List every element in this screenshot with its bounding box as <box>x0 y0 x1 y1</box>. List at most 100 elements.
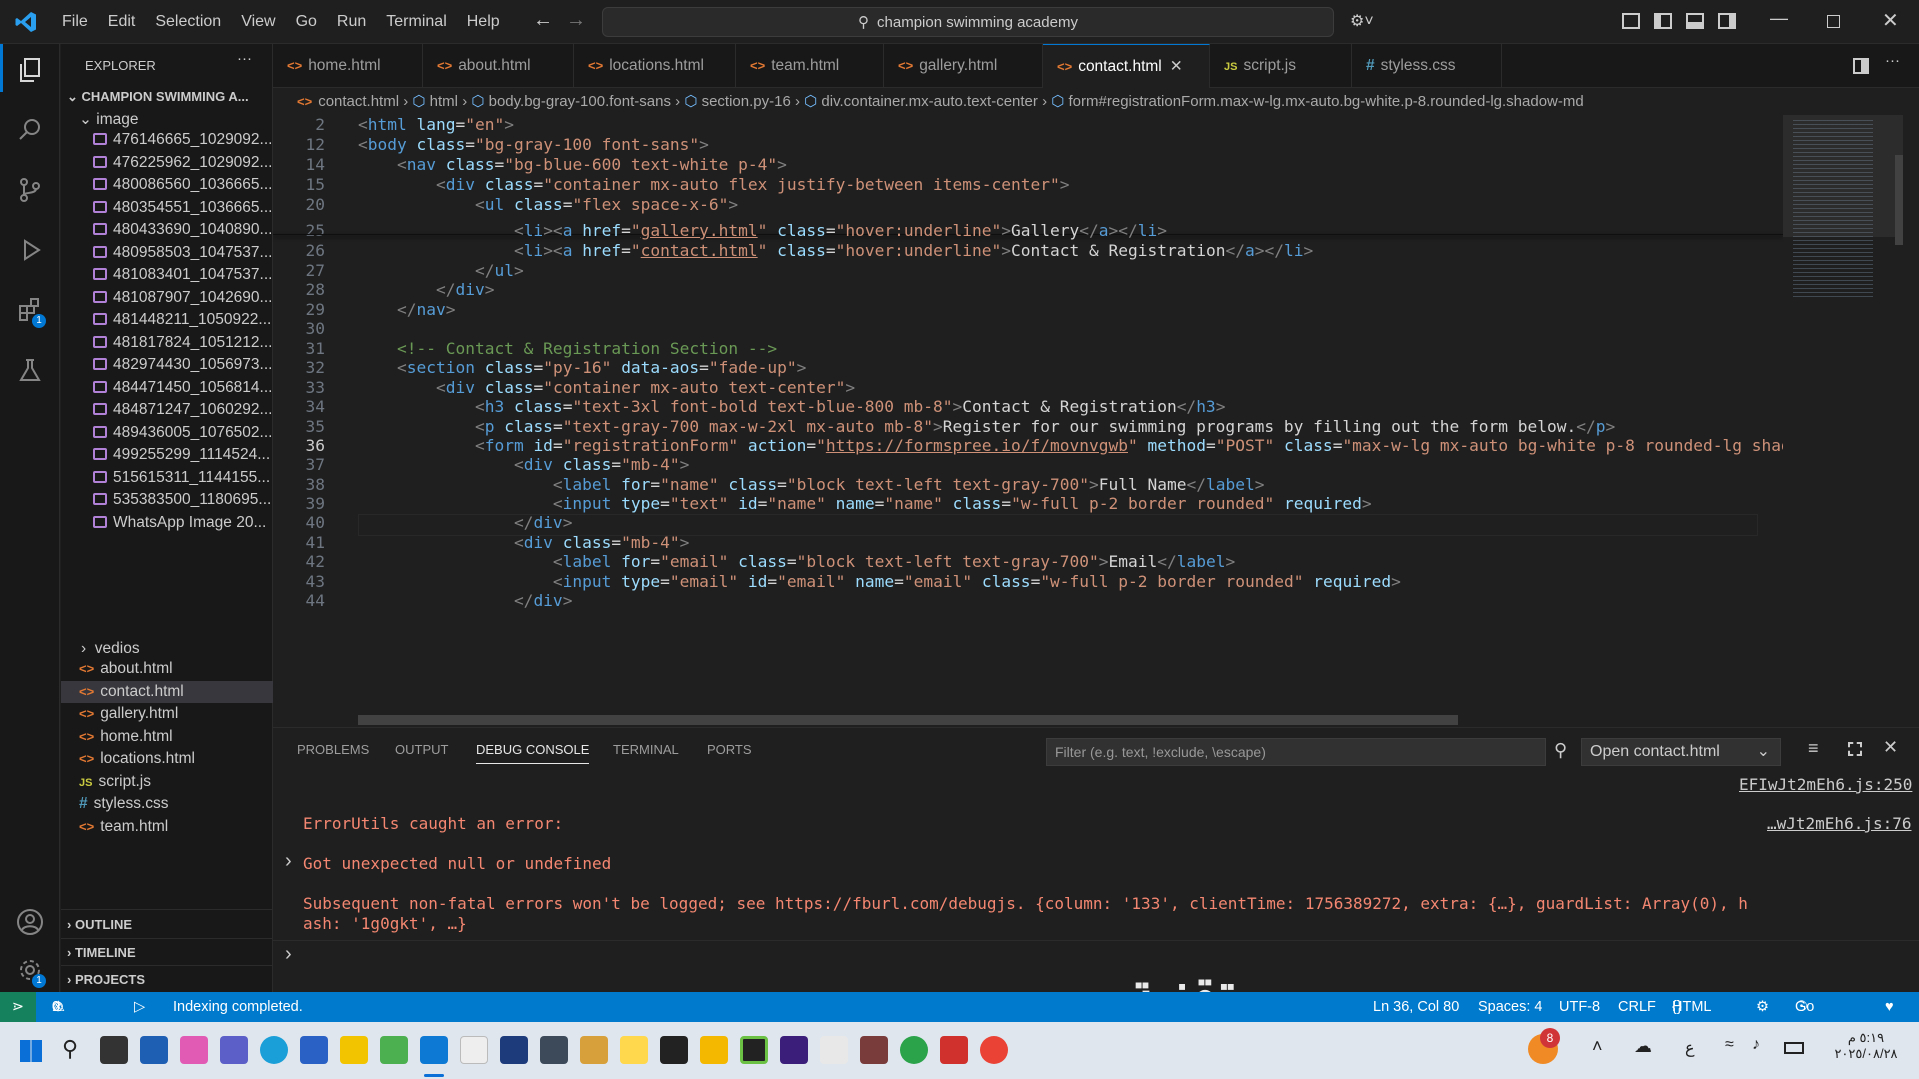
source-link[interactable]: EFIwJt2mEh6.js:250 <box>1739 775 1912 794</box>
run-debug-icon[interactable] <box>10 230 50 270</box>
maximize-icon[interactable] <box>1827 15 1840 28</box>
notifications-bell-icon[interactable]: ♥ <box>1885 992 1894 1022</box>
tab-problems[interactable]: PROBLEMS <box>297 742 369 757</box>
breadcrumb-item[interactable]: html <box>430 93 458 110</box>
image-file-item[interactable]: 481448211_1050922... <box>61 309 273 331</box>
drive-icon[interactable] <box>380 1036 408 1064</box>
task-view-icon[interactable] <box>100 1036 128 1064</box>
manage-gear-icon[interactable]: 1 <box>10 950 50 990</box>
editor-more-icon[interactable]: ··· <box>1885 52 1900 69</box>
minimize-icon[interactable]: — <box>1770 8 1788 29</box>
debug-icon[interactable]: ▷ <box>134 992 145 1022</box>
tab-locations[interactable]: <> locations.html <box>574 44 736 88</box>
image-file-item[interactable]: 481817824_1051212... <box>61 332 273 354</box>
tab-ports[interactable]: PORTS <box>707 742 752 757</box>
minimap[interactable] <box>1783 115 1903 727</box>
wifi-icon[interactable]: ≈ <box>1725 1036 1734 1054</box>
horizontal-scrollbar[interactable] <box>358 715 1458 725</box>
tab-gallery[interactable]: <> gallery.html <box>884 44 1043 88</box>
image-file-item[interactable]: 480958503_1047537... <box>61 242 273 264</box>
file-explorer-icon[interactable] <box>700 1036 728 1064</box>
menu-view[interactable]: View <box>231 0 285 44</box>
indentation[interactable]: Spaces: 4 <box>1478 992 1543 1022</box>
image-file-item[interactable]: 484871247_1060292... <box>61 399 273 421</box>
word-icon[interactable] <box>460 1036 488 1064</box>
file-item-team-html[interactable]: <> team.html <box>61 816 273 838</box>
app-icon[interactable] <box>580 1036 608 1064</box>
input-language[interactable]: ع <box>1685 1038 1695 1058</box>
close-window-icon[interactable]: ✕ <box>1882 8 1899 33</box>
visual-studio-icon[interactable] <box>780 1036 808 1064</box>
cursor-position[interactable]: Ln 36, Col 80 <box>1373 992 1459 1022</box>
taskbar-search-icon[interactable]: ⚲ <box>62 1036 78 1062</box>
terminal-app-icon[interactable] <box>660 1036 688 1064</box>
menu-run[interactable]: Run <box>327 0 376 44</box>
console-prompt-icon[interactable]: › <box>285 943 292 966</box>
toggle-secondary-sidebar-icon[interactable] <box>1718 13 1736 29</box>
toggle-panel-icon[interactable] <box>1686 13 1704 29</box>
tab-terminal[interactable]: TERMINAL <box>613 742 679 757</box>
expand-arrow-icon[interactable]: › <box>285 850 292 873</box>
breadcrumb-item[interactable]: form#registrationForm.max-w-lg.mx-auto.b… <box>1069 93 1584 110</box>
search-view-icon[interactable] <box>10 110 50 150</box>
menu-selection[interactable]: Selection <box>145 0 231 44</box>
file-item-home-html[interactable]: <> home.html <box>61 726 273 748</box>
sticky-notes-icon[interactable] <box>340 1036 368 1064</box>
app-store-icon[interactable] <box>140 1036 168 1064</box>
image-file-item[interactable]: 515615311_1144155... <box>61 467 273 489</box>
cloud-offline-icon[interactable]: ☁ <box>1634 1036 1652 1057</box>
close-panel-icon[interactable]: ✕ <box>1883 737 1898 758</box>
start-icon[interactable] <box>20 1040 42 1062</box>
tab-about[interactable]: <> about.html <box>423 44 574 88</box>
refresh-app-icon[interactable] <box>900 1036 928 1064</box>
tab-styless[interactable]: # styless.css <box>1352 44 1502 88</box>
breadcrumb-item[interactable]: contact.html <box>318 93 399 110</box>
image-file-item[interactable]: 480354551_1036665... <box>61 197 273 219</box>
maximize-panel-icon[interactable] <box>1848 742 1862 756</box>
vscode-taskbar-icon[interactable] <box>420 1036 448 1064</box>
console-filter-input[interactable]: Filter (e.g. text, !exclude, \escape) <box>1046 738 1546 766</box>
vertical-scrollbar[interactable] <box>1895 155 1903 245</box>
app-icon-2[interactable] <box>860 1036 888 1064</box>
charts-app-icon[interactable] <box>820 1036 848 1064</box>
file-item-script-js[interactable]: JS script.js <box>61 771 273 793</box>
file-item-gallery-html[interactable]: <> gallery.html <box>61 703 273 725</box>
xbox-icon[interactable] <box>740 1036 768 1064</box>
tab-debug-console[interactable]: DEBUG CONSOLE <box>476 742 590 764</box>
pen-app-icon[interactable] <box>500 1036 528 1064</box>
settings-app-icon[interactable] <box>300 1036 328 1064</box>
menu-file[interactable]: File <box>52 0 98 44</box>
breadcrumb-item[interactable]: div.container.mx-auto.text-center <box>821 93 1038 110</box>
file-item-locations-html[interactable]: <> locations.html <box>61 748 273 770</box>
outline-section[interactable]: › OUTLINE <box>61 911 273 938</box>
file-item-about-html[interactable]: <> about.html <box>61 658 273 680</box>
image-file-item[interactable]: 480086560_1036665... <box>61 174 273 196</box>
breadcrumb-item[interactable]: section.py-16 <box>702 93 791 110</box>
image-file-item[interactable]: 480433690_1040890... <box>61 219 273 241</box>
image-file-item[interactable]: WhatsApp Image 20... <box>61 512 273 534</box>
paint-icon[interactable] <box>620 1036 648 1064</box>
clear-console-icon[interactable]: ≡ <box>1808 738 1819 759</box>
file-item-contact-html[interactable]: <> contact.html <box>61 680 273 703</box>
tab-home[interactable]: <> home.html <box>273 44 423 88</box>
minimap-slider[interactable] <box>1783 115 1903 237</box>
open-file-select[interactable]: Open contact.html ⌄ <box>1581 738 1781 766</box>
code-editor[interactable]: 2 12 14 15 20 25 26 27 28 29 30 31 32 33 34 35 36 37 38 39 4… <box>273 115 1783 727</box>
menu-help[interactable]: Help <box>457 0 510 44</box>
menu-terminal[interactable]: Terminal <box>376 0 456 44</box>
projects-section[interactable]: › PROJECTS <box>61 965 273 992</box>
remote-icon[interactable]: ⋗ <box>0 992 36 1022</box>
image-file-item[interactable]: 499255299_1114524... <box>61 444 273 466</box>
volume-icon[interactable]: ♪ <box>1752 1036 1760 1054</box>
source-control-icon[interactable] <box>10 170 50 210</box>
file-item-styless-css[interactable]: # styless.css <box>61 793 273 815</box>
tab-script[interactable]: JS script.js <box>1210 44 1352 88</box>
close-tab-icon[interactable]: ✕ <box>1170 58 1183 75</box>
battery-icon[interactable] <box>1784 1042 1804 1054</box>
copilot-icon[interactable]: ⚙˅ <box>1350 11 1374 31</box>
command-center[interactable]: ⚲ champion swimming academy <box>602 7 1334 37</box>
toggle-sidebar-icon[interactable] <box>1654 13 1672 29</box>
line-ending[interactable]: CRLF <box>1618 992 1656 1022</box>
extensions-icon[interactable]: 1 <box>10 290 50 330</box>
explorer-icon[interactable] <box>10 50 50 90</box>
